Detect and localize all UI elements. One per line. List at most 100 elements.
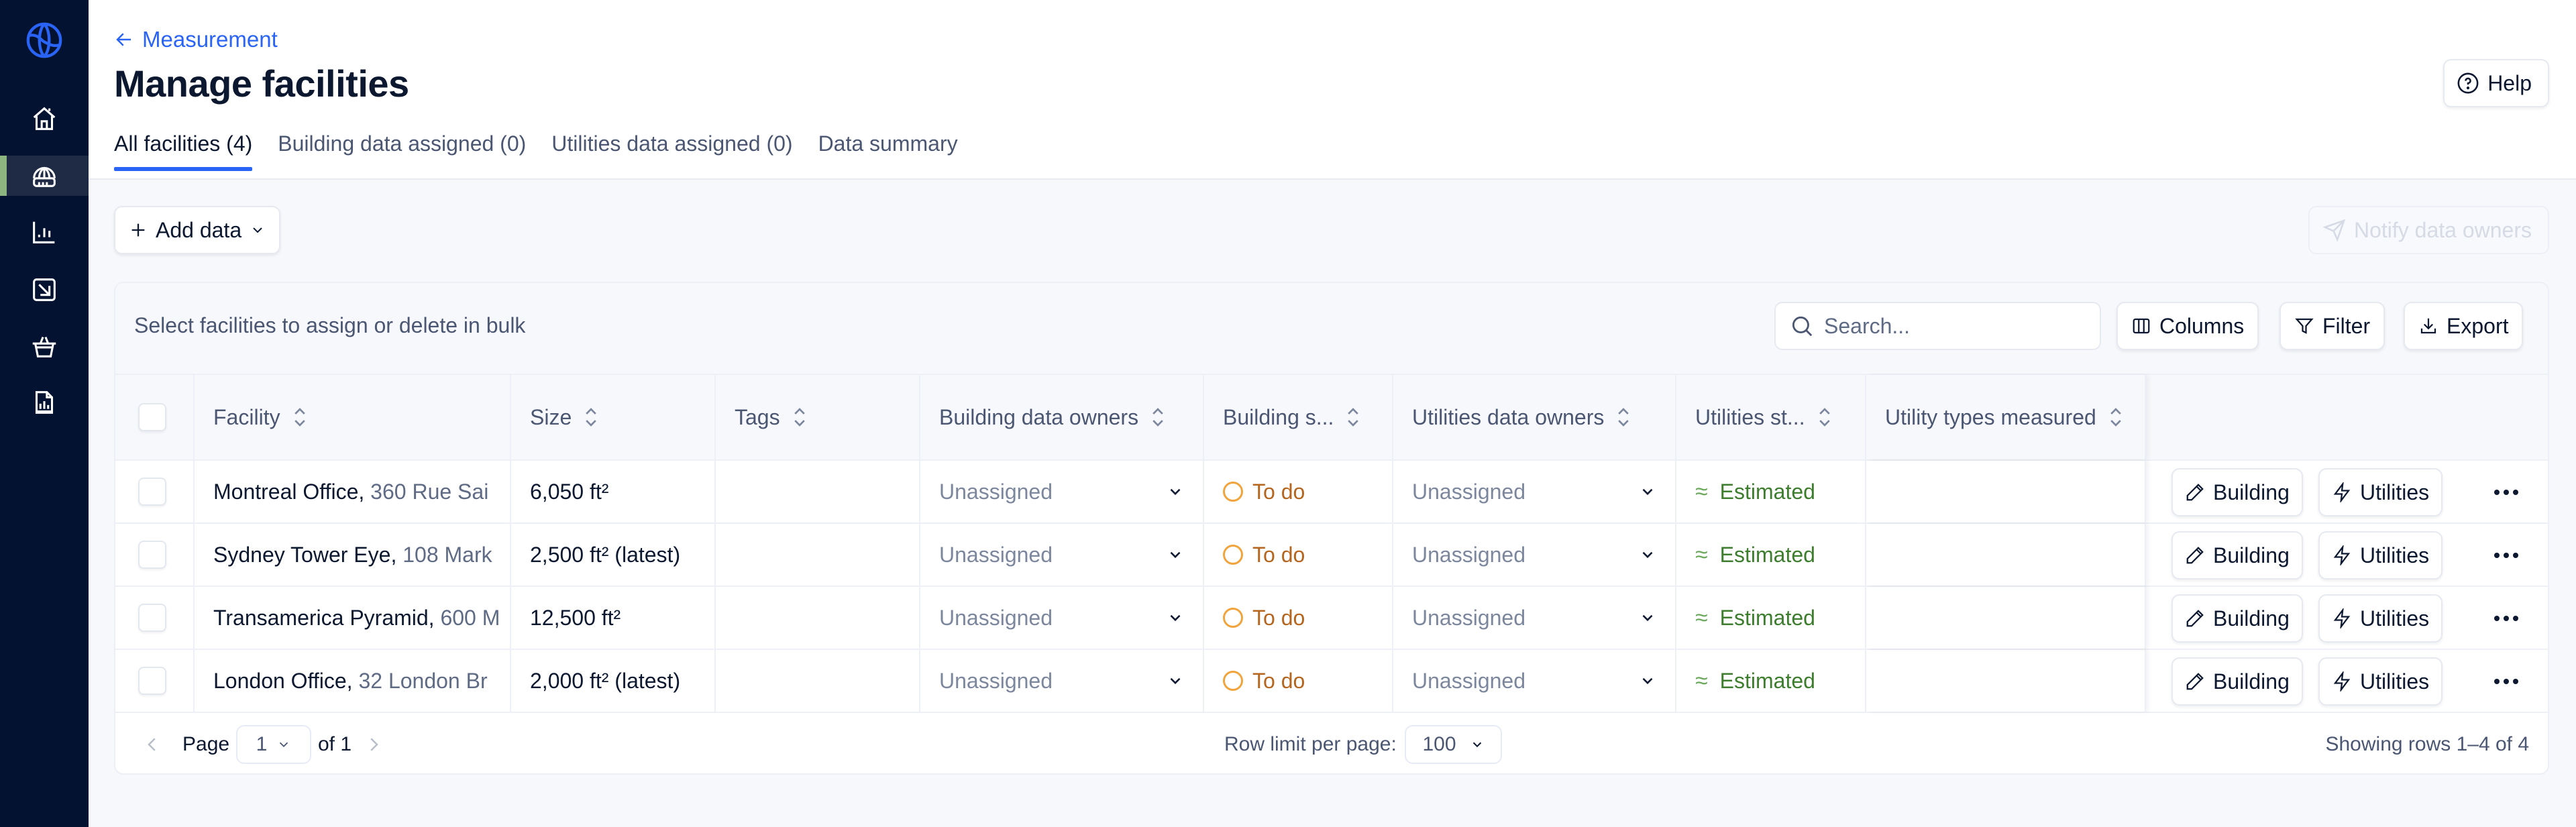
- utilities-owner-select[interactable]: Unassigned: [1393, 606, 1675, 630]
- chevron-down-icon: [280, 742, 288, 748]
- pencil-icon: [2186, 484, 2204, 501]
- column-header-utilities-status[interactable]: Utilities st...: [1676, 375, 1866, 459]
- previous-page-icon[interactable]: [142, 733, 162, 756]
- building-owner-select[interactable]: Unassigned: [920, 669, 1203, 694]
- tab-building-data-assigned[interactable]: Building data assigned (0): [278, 131, 526, 171]
- bar-chart-icon: [33, 221, 55, 243]
- building-owner-select[interactable]: Unassigned: [920, 606, 1203, 630]
- sidebar-item-facilities[interactable]: [0, 156, 89, 196]
- utilities-status-label: Estimated: [1719, 668, 1815, 693]
- edit-utilities-button[interactable]: Utilities: [2318, 657, 2443, 706]
- column-header-tags[interactable]: Tags: [716, 375, 920, 459]
- columns-button[interactable]: Columns: [2116, 302, 2259, 350]
- globe-logo-icon[interactable]: [25, 21, 64, 60]
- tab-all-facilities[interactable]: All facilities (4): [114, 131, 253, 171]
- sidebar-item-reports[interactable]: [0, 382, 89, 423]
- building-status-cell: To do: [1204, 461, 1393, 522]
- approx-icon: ≈: [1695, 541, 1708, 567]
- facility-cell[interactable]: Sydney Tower Eye, 108 Mark: [195, 524, 511, 586]
- table-toolbar: Select facilities to assign or delete in…: [115, 283, 2548, 374]
- filter-label: Filter: [2322, 313, 2371, 338]
- page-label: Page: [182, 733, 230, 755]
- building-status-badge: To do: [1204, 543, 1305, 567]
- edit-building-button[interactable]: Building: [2171, 531, 2303, 580]
- row-actions-cell: Building Utilities: [2146, 461, 2548, 522]
- facility-cell[interactable]: London Office, 32 London Br: [195, 650, 511, 712]
- tab-utilities-data-assigned[interactable]: Utilities data assigned (0): [551, 131, 792, 171]
- column-header-label: Utilities data owners: [1412, 404, 1605, 429]
- edit-building-button[interactable]: Building: [2171, 657, 2303, 706]
- utilities-status-badge: ≈ Estimated: [1676, 668, 1815, 694]
- sort-icon: [1152, 408, 1163, 427]
- row-limit-select[interactable]: 100: [1405, 725, 1502, 764]
- more-options-icon[interactable]: [2486, 544, 2526, 567]
- notify-data-owners-button[interactable]: Notify data owners: [2308, 206, 2549, 254]
- page-select[interactable]: 1: [236, 725, 311, 764]
- building-owner-value: Unassigned: [939, 479, 1053, 504]
- utility-types-cell: [1866, 650, 2146, 712]
- todo-circle-icon: [1223, 545, 1243, 565]
- search-field[interactable]: [1774, 302, 2101, 350]
- breadcrumb-back-link[interactable]: Measurement: [114, 27, 278, 52]
- edit-utilities-button[interactable]: Utilities: [2318, 594, 2443, 643]
- search-icon: [1792, 316, 1813, 337]
- sidebar-item-import[interactable]: [0, 270, 89, 310]
- row-checkbox[interactable]: [138, 667, 166, 695]
- tags-cell: [716, 650, 920, 712]
- select-all-cell: [115, 375, 195, 459]
- more-options-icon[interactable]: [2486, 607, 2526, 630]
- add-data-button[interactable]: Add data: [114, 206, 281, 254]
- approx-icon: ≈: [1695, 667, 1708, 694]
- edit-utilities-button[interactable]: Utilities: [2318, 531, 2443, 580]
- basket-icon: [32, 337, 56, 357]
- select-all-checkbox[interactable]: [138, 403, 166, 431]
- facilities-icon: [33, 166, 56, 187]
- row-checkbox[interactable]: [138, 541, 166, 569]
- utilities-owner-select[interactable]: Unassigned: [1393, 480, 1675, 504]
- utilities-owner-select[interactable]: Unassigned: [1393, 543, 1675, 567]
- column-header-utilities-owners[interactable]: Utilities data owners: [1393, 375, 1676, 459]
- search-input[interactable]: [1824, 313, 2079, 339]
- facility-cell[interactable]: Montreal Office, 360 Rue Sai: [195, 461, 511, 522]
- utility-types-cell: [1866, 524, 2146, 586]
- table-row: Montreal Office, 360 Rue Sai 6,050 ft² Una…: [115, 461, 2548, 524]
- next-page-icon[interactable]: [364, 733, 384, 756]
- sidebar-item-analytics[interactable]: [0, 212, 89, 252]
- facility-name: Sydney Tower Eye,: [213, 542, 397, 567]
- utilities-status-label: Estimated: [1719, 479, 1815, 504]
- more-options-icon[interactable]: [2486, 670, 2526, 693]
- more-options-icon[interactable]: [2486, 481, 2526, 504]
- sidebar-item-home[interactable]: [0, 99, 89, 139]
- facility-cell[interactable]: Transamerica Pyramid, 600 M: [195, 587, 511, 649]
- tags-cell: [716, 461, 920, 522]
- column-header-actions: [2146, 375, 2548, 459]
- column-header-utility-types[interactable]: Utility types measured: [1866, 375, 2146, 459]
- edit-building-button[interactable]: Building: [2171, 594, 2303, 643]
- column-header-label: Size: [530, 404, 572, 429]
- column-header-building-status[interactable]: Building s...: [1204, 375, 1393, 459]
- row-checkbox[interactable]: [138, 604, 166, 632]
- building-owner-select[interactable]: Unassigned: [920, 543, 1203, 567]
- building-status-label: To do: [1252, 479, 1305, 504]
- tab-data-summary[interactable]: Data summary: [818, 131, 958, 171]
- building-owner-cell: Unassigned: [920, 461, 1204, 522]
- size-cell: 2,500 ft² (latest): [511, 524, 716, 586]
- filter-icon: [2295, 318, 2314, 334]
- help-button[interactable]: Help: [2443, 59, 2549, 107]
- filter-button[interactable]: Filter: [2279, 302, 2385, 350]
- facility-address: 108 Mark: [402, 542, 492, 567]
- column-header-building-owners[interactable]: Building data owners: [920, 375, 1204, 459]
- utilities-status-cell: ≈ Estimated: [1676, 650, 1866, 712]
- export-button[interactable]: Export: [2404, 302, 2524, 350]
- utilities-owner-value: Unassigned: [1412, 605, 1525, 630]
- utilities-owner-select[interactable]: Unassigned: [1393, 669, 1675, 694]
- edit-building-button[interactable]: Building: [2171, 468, 2303, 516]
- building-owner-select[interactable]: Unassigned: [920, 480, 1203, 504]
- column-header-size[interactable]: Size: [511, 375, 716, 459]
- facility-address: 360 Rue Sai: [370, 479, 489, 504]
- facility-size: 6,050 ft²: [530, 479, 609, 504]
- edit-utilities-button[interactable]: Utilities: [2318, 468, 2443, 516]
- column-header-facility[interactable]: Facility: [195, 375, 511, 459]
- row-checkbox[interactable]: [138, 478, 166, 506]
- sidebar-item-purchases[interactable]: [0, 326, 89, 366]
